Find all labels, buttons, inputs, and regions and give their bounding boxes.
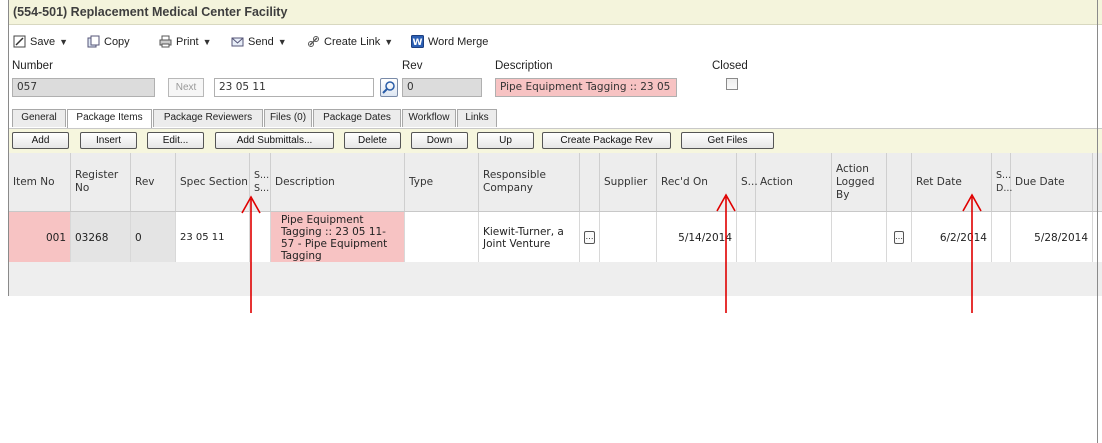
create-link-label: Create Link	[324, 35, 381, 48]
svg-text:W: W	[413, 38, 423, 48]
rev-label: Rev	[402, 60, 423, 72]
create-package-rev-button[interactable]: Create Package Rev	[542, 132, 671, 149]
closed-checkbox[interactable]	[726, 78, 738, 90]
col-action-logged-by[interactable]: Action Logged By	[832, 153, 887, 211]
annotation-arrow-2	[716, 193, 736, 313]
number-label: Number	[12, 60, 53, 72]
spec-field[interactable]: 23 05 11	[214, 78, 374, 97]
tab-package-dates[interactable]: Package Dates	[313, 109, 401, 127]
get-files-button[interactable]: Get Files	[681, 132, 774, 149]
cell-lookup-1: …	[580, 212, 600, 263]
ellipsis-icon[interactable]: …	[584, 231, 595, 244]
col-item-no[interactable]: Item No	[9, 153, 71, 211]
col-action[interactable]: Action	[756, 153, 832, 211]
word-merge-button[interactable]: W Word Merge	[411, 35, 488, 48]
col-responsible-company[interactable]: Responsible Company	[479, 153, 580, 211]
cell-responsible-company: Kiewit-Turner, a Joint Venture	[479, 212, 580, 263]
tab-links[interactable]: Links	[457, 109, 497, 127]
word-icon: W	[411, 35, 424, 48]
add-submittals-button[interactable]: Add Submittals...	[215, 132, 334, 149]
col-s[interactable]: S...	[737, 153, 758, 211]
copy-button[interactable]: Copy	[87, 35, 130, 48]
link-icon	[308, 36, 319, 47]
save-label: Save	[30, 35, 56, 48]
rev-field[interactable]: 0	[402, 78, 482, 97]
cell-s	[737, 212, 756, 263]
cell-rev: 0	[131, 212, 176, 263]
cell-description: Pipe Equipment Tagging :: 23 05 11-57 - …	[271, 212, 405, 263]
save-icon	[13, 35, 26, 48]
send-icon	[231, 37, 244, 47]
annotation-arrow-1	[241, 195, 261, 313]
toolbar: Save ▼ Copy Print ▼ Send ▼ Create Link ▼…	[9, 33, 1102, 55]
edit-button[interactable]: Edit...	[147, 132, 204, 149]
chevron-down-icon[interactable]: ▼	[384, 37, 393, 47]
window-title: (554-501) Replacement Medical Center Fac…	[13, 5, 288, 19]
cell-spec-section: 23 05 11	[176, 212, 250, 263]
grid-footer	[9, 262, 1102, 296]
col-sd[interactable]: S... D...	[992, 153, 1012, 211]
grid-header: Item No Register No Rev Spec Section S..…	[9, 153, 1102, 212]
print-label: Print	[176, 35, 199, 48]
chevron-down-icon[interactable]: ▼	[59, 37, 68, 47]
tab-package-reviewers[interactable]: Package Reviewers	[153, 109, 263, 127]
col-spec-section[interactable]: Spec Section	[176, 153, 250, 211]
col-lookup-2[interactable]	[887, 153, 912, 211]
copy-label: Copy	[104, 35, 130, 48]
col-type[interactable]: Type	[405, 153, 479, 211]
send-label: Send	[248, 35, 274, 48]
col-rev[interactable]: Rev	[131, 153, 176, 211]
closed-label: Closed	[712, 60, 748, 72]
cell-lookup-2: …	[887, 212, 912, 263]
magnifier-icon	[382, 81, 395, 94]
col-register-no[interactable]: Register No	[71, 153, 131, 211]
cell-type	[405, 212, 479, 263]
insert-button[interactable]: Insert	[80, 132, 137, 149]
tab-strip: General Package Items Package Reviewers …	[9, 109, 1102, 128]
tab-package-items[interactable]: Package Items	[67, 109, 152, 128]
cell-sd	[992, 212, 1011, 263]
copy-icon	[87, 35, 100, 48]
chevron-down-icon[interactable]: ▼	[278, 37, 287, 47]
tab-workflow[interactable]: Workflow	[402, 109, 456, 127]
print-icon	[159, 35, 172, 48]
col-supplier[interactable]: Supplier	[600, 153, 657, 211]
add-button[interactable]: Add	[12, 132, 69, 149]
tab-general[interactable]: General	[12, 109, 66, 127]
word-merge-label: Word Merge	[428, 35, 489, 48]
up-button[interactable]: Up	[477, 132, 534, 149]
col-description[interactable]: Description	[271, 153, 405, 211]
description-field[interactable]: Pipe Equipment Tagging :: 23 05	[495, 78, 677, 97]
chevron-down-icon[interactable]: ▼	[203, 37, 212, 47]
down-button[interactable]: Down	[411, 132, 468, 149]
lookup-button[interactable]	[380, 78, 398, 97]
next-button[interactable]: Next	[168, 78, 204, 97]
tab-files[interactable]: Files (0)	[264, 109, 312, 127]
cell-action-logged-by	[832, 212, 887, 263]
action-bar: Add Insert Edit... Add Submittals... Del…	[9, 128, 1102, 154]
cell-action	[756, 212, 832, 263]
print-button[interactable]: Print ▼	[159, 35, 212, 48]
description-label: Description	[495, 60, 553, 72]
cell-supplier	[600, 212, 657, 263]
number-field[interactable]: 057	[12, 78, 155, 97]
title-bar: (554-501) Replacement Medical Center Fac…	[9, 0, 1102, 25]
send-button[interactable]: Send ▼	[231, 35, 287, 48]
create-link-button[interactable]: Create Link ▼	[307, 35, 393, 48]
table-row[interactable]: 001 03268 0 23 05 11 Pipe Equipment Tagg…	[9, 212, 1102, 264]
cell-item-no: 001	[9, 212, 71, 263]
delete-button[interactable]: Delete	[344, 132, 401, 149]
save-button[interactable]: Save ▼	[13, 35, 68, 48]
frame-border	[1097, 0, 1098, 443]
col-lookup-1[interactable]	[580, 153, 600, 211]
col-due-date[interactable]: Due Date	[1011, 153, 1093, 211]
cell-register-no: 03268	[71, 212, 131, 263]
ellipsis-icon[interactable]: …	[894, 231, 904, 244]
cell-due-date: 5/28/2014	[1011, 212, 1093, 263]
annotation-arrow-3	[962, 193, 982, 313]
app-window: (554-501) Replacement Medical Center Fac…	[8, 0, 1102, 296]
